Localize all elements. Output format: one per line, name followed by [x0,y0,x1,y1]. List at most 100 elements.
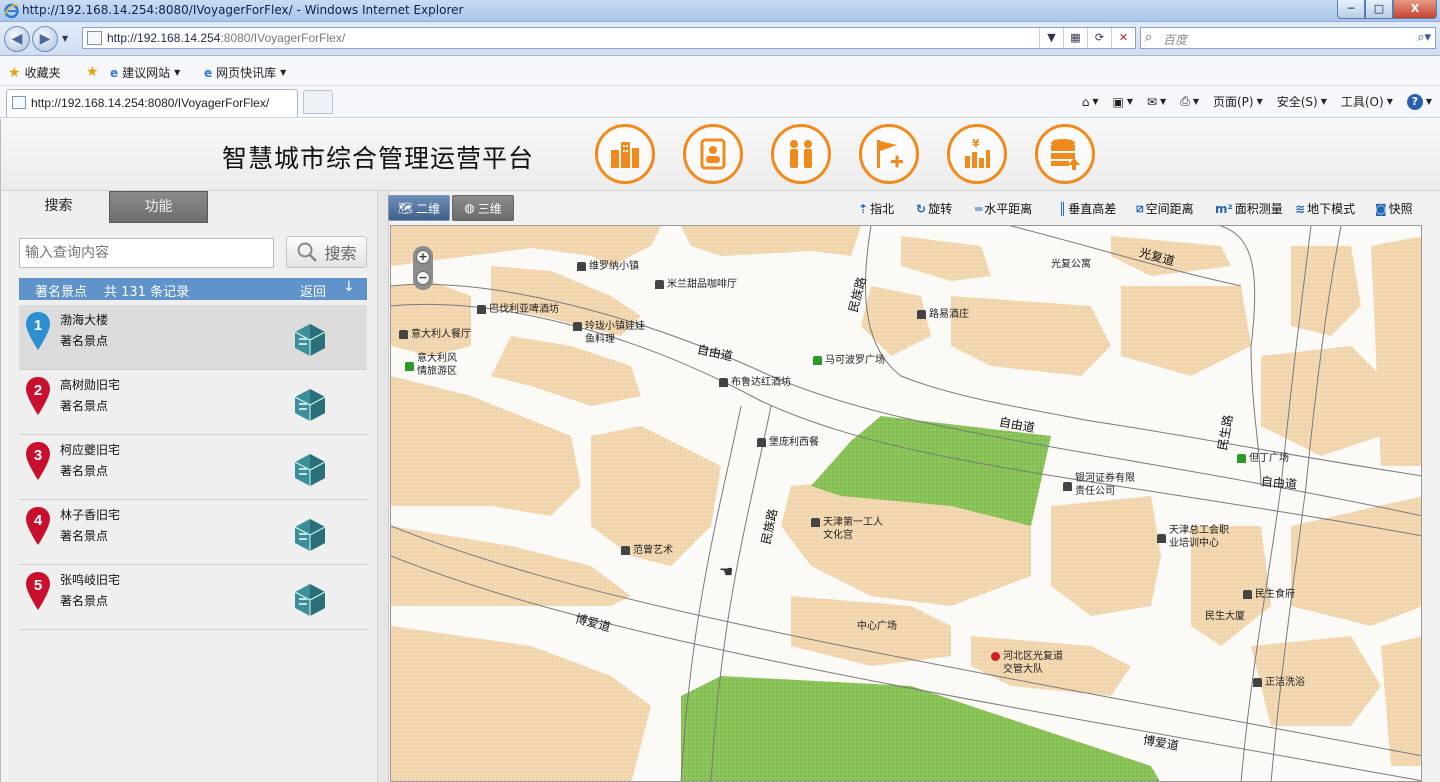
mail-button[interactable]: ✉ ▼ [1147,95,1166,109]
poi-marker[interactable]: 布鲁达红酒坊 [719,376,791,389]
ruler-diagonal-icon: ⧄ [1136,201,1144,215]
module-id-card-button[interactable] [683,124,743,184]
poi-marker[interactable]: 巴伐利亚啤酒坊 [477,303,559,316]
ruler-horizontal-icon: ═ [975,201,983,216]
tool-north-button[interactable]: ⇡ 指北 [858,200,894,217]
module-city-buildings-button[interactable] [595,124,655,184]
back-button[interactable]: ◀ [4,26,30,52]
poi-marker[interactable]: 天津第一工人 文化宫 [811,516,883,542]
tab-function[interactable]: 功能 [109,191,208,223]
list-item[interactable]: 5 张鸣岐旧宅 著名景点 [19,565,367,630]
url-text[interactable]: http://192.168.14.254:8080/IVoyagerForFl… [107,31,345,45]
help-icon: ? [1406,93,1423,110]
poi-marker[interactable]: 维罗纳小镇 [577,260,639,273]
url-dropdown-icon[interactable]: ▼ [1039,28,1063,48]
tool-snapshot-button[interactable]: ◙ 快照 [1375,200,1413,217]
poi-marker[interactable]: 意大利人餐厅 [399,328,471,341]
add-favorites-icon[interactable]: ★ [86,64,99,80]
address-bar: ◀ ▶ ▼ http://192.168.14.254:8080/IVoyage… [0,22,1440,56]
web-search-field[interactable]: ⌕ 百度 ⌕▾ [1140,27,1436,49]
module-flag-add-button[interactable] [859,124,919,184]
refresh-icon[interactable]: ⟳ [1087,28,1111,48]
tool-area-measure-button[interactable]: m² 面积测量 [1215,200,1283,217]
poi-marker[interactable]: 民生食府 [1243,588,1295,601]
new-tab-button[interactable] [303,90,333,114]
map-view[interactable]: + − 光复道 民族路 自由道 自由道 民生路 自由道 民族路 博爱道 博爱道 … [390,225,1422,782]
query-input[interactable] [19,238,274,268]
home-icon: ⌂ [1081,94,1090,109]
flag-add-icon [877,140,903,168]
app-title-reflection: 智慧城市综合管理运营平台 [222,147,535,162]
building-3d-icon [294,324,326,356]
panel-splitter[interactable] [377,191,389,782]
poi-marker[interactable]: 米兰甜品咖啡厅 [655,278,737,291]
poi-marker[interactable]: 马可波罗广场 [813,354,885,367]
web-slice-link[interactable]: e 网页快讯库 ▼ [204,64,286,81]
poi-marker[interactable]: 河北区光复道 交管大队 [991,650,1063,676]
tool-horizontal-distance-button[interactable]: ═ 水平距离 [975,200,1032,217]
poi-marker[interactable]: 路易酒庄 [917,308,969,321]
svg-text:4: 4 [34,512,43,529]
browser-tab[interactable]: http://192.168.14.254:8080/IVoyagerForFl… [6,89,298,117]
tools-menu[interactable]: 工具(O) ▼ [1341,93,1393,110]
tool-rotate-button[interactable]: ↻ 旋转 [916,200,952,217]
window-titlebar: http://192.168.14.254:8080/IVoyagerForFl… [0,0,1440,22]
favorites-bar: ★ 收藏夹 ★ e 建议网站 ▼ e 网页快讯库 ▼ [0,56,1440,86]
result-name: 高树勋旧宅 [60,378,121,392]
search-go-icon[interactable]: ⌕▾ [1417,30,1431,45]
result-type: 著名景点 [60,334,109,348]
north-arrow-icon: ⇡ [858,201,869,216]
tool-vertical-height-button[interactable]: ║ 垂直高差 [1059,200,1116,217]
building-3d-icon [294,454,326,486]
poi-marker[interactable]: 玲珑小镇娃娃 鱼料理 [573,320,645,346]
zoom-in-button[interactable]: + [416,250,430,264]
poi-marker[interactable]: 但丁广场 [1237,452,1289,465]
result-type: 著名景点 [60,399,109,413]
download-arrow-icon[interactable]: ↓ [343,279,355,295]
view-3d-button[interactable]: ◍ 三维 [452,195,514,221]
tab-search[interactable]: 搜索 [9,191,108,223]
list-item[interactable]: 1 渤海大楼 著名景点 [19,305,367,370]
help-button[interactable]: ? ▼ [1406,93,1432,110]
poi-marker[interactable]: 银河证券有限 责任公司 [1063,472,1135,498]
history-dropdown-icon[interactable]: ▼ [62,34,68,43]
zoom-out-button[interactable]: − [416,271,430,285]
minimize-button[interactable]: ─ [1337,0,1365,19]
view-2d-button[interactable]: 🗺 二维 [388,195,450,221]
favorites-button[interactable]: ★ 收藏夹 [8,64,61,81]
close-window-button[interactable]: X [1393,0,1437,19]
safety-menu[interactable]: 安全(S) ▼ [1277,93,1327,110]
page-menu[interactable]: 页面(P) ▼ [1213,93,1263,110]
tool-space-distance-button[interactable]: ⧄ 空间距离 [1136,200,1194,217]
module-data-button[interactable] [1035,124,1095,184]
poi-marker[interactable]: 范曾艺术 [621,544,673,557]
result-header: 著名景点 共 131 条记录 返回 ↓ [19,278,367,300]
poi-label: 中心广场 [857,621,897,632]
module-finance-button[interactable]: ¥ [947,124,1007,184]
poi-marker[interactable]: 堡庞利西餐 [757,436,819,449]
compat-view-icon[interactable]: ▦ [1063,28,1087,48]
list-item[interactable]: 4 林子香旧宅 著名景点 [19,500,367,565]
poi-marker[interactable]: 意大利风 情旅游区 [405,352,457,378]
poi-marker[interactable]: 天津总工会职 业培训中心 [1157,524,1229,550]
url-field[interactable]: http://192.168.14.254:8080/IVoyagerForFl… [82,27,1136,49]
feeds-button[interactable]: ▣ ▼ [1112,95,1133,109]
home-button[interactable]: ⌂ ▼ [1082,95,1099,109]
result-name: 渤海大楼 [60,313,109,327]
back-link[interactable]: 返回 [300,281,326,300]
list-item[interactable]: 2 高树勋旧宅 著名景点 [19,370,367,435]
tool-underground-button[interactable]: ≋ 地下模式 [1295,200,1355,217]
search-button[interactable]: 搜索 [286,236,367,268]
print-button[interactable]: ⎙ ▼ [1180,94,1199,109]
suggested-sites-link[interactable]: e 建议网站 ▼ [110,64,180,81]
poi-marker[interactable]: 正洁洗浴 [1253,676,1305,689]
search-provider-icon: ⌕ [1145,30,1153,45]
app-container: 智慧城市综合管理运营平台 智慧城市综合管理运营平台 ¥ 搜索 功能 输入查询内容… [0,119,1440,782]
list-item[interactable]: 3 柯应夔旧宅 著名景点 [19,435,367,500]
maximize-button[interactable]: □ [1365,0,1393,19]
module-people-button[interactable] [771,124,831,184]
window-title: http://192.168.14.254:8080/IVoyagerForFl… [22,3,464,17]
stop-icon[interactable]: ✕ [1111,28,1135,48]
forward-button[interactable]: ▶ [32,26,58,52]
zoom-control: + − [413,246,433,290]
